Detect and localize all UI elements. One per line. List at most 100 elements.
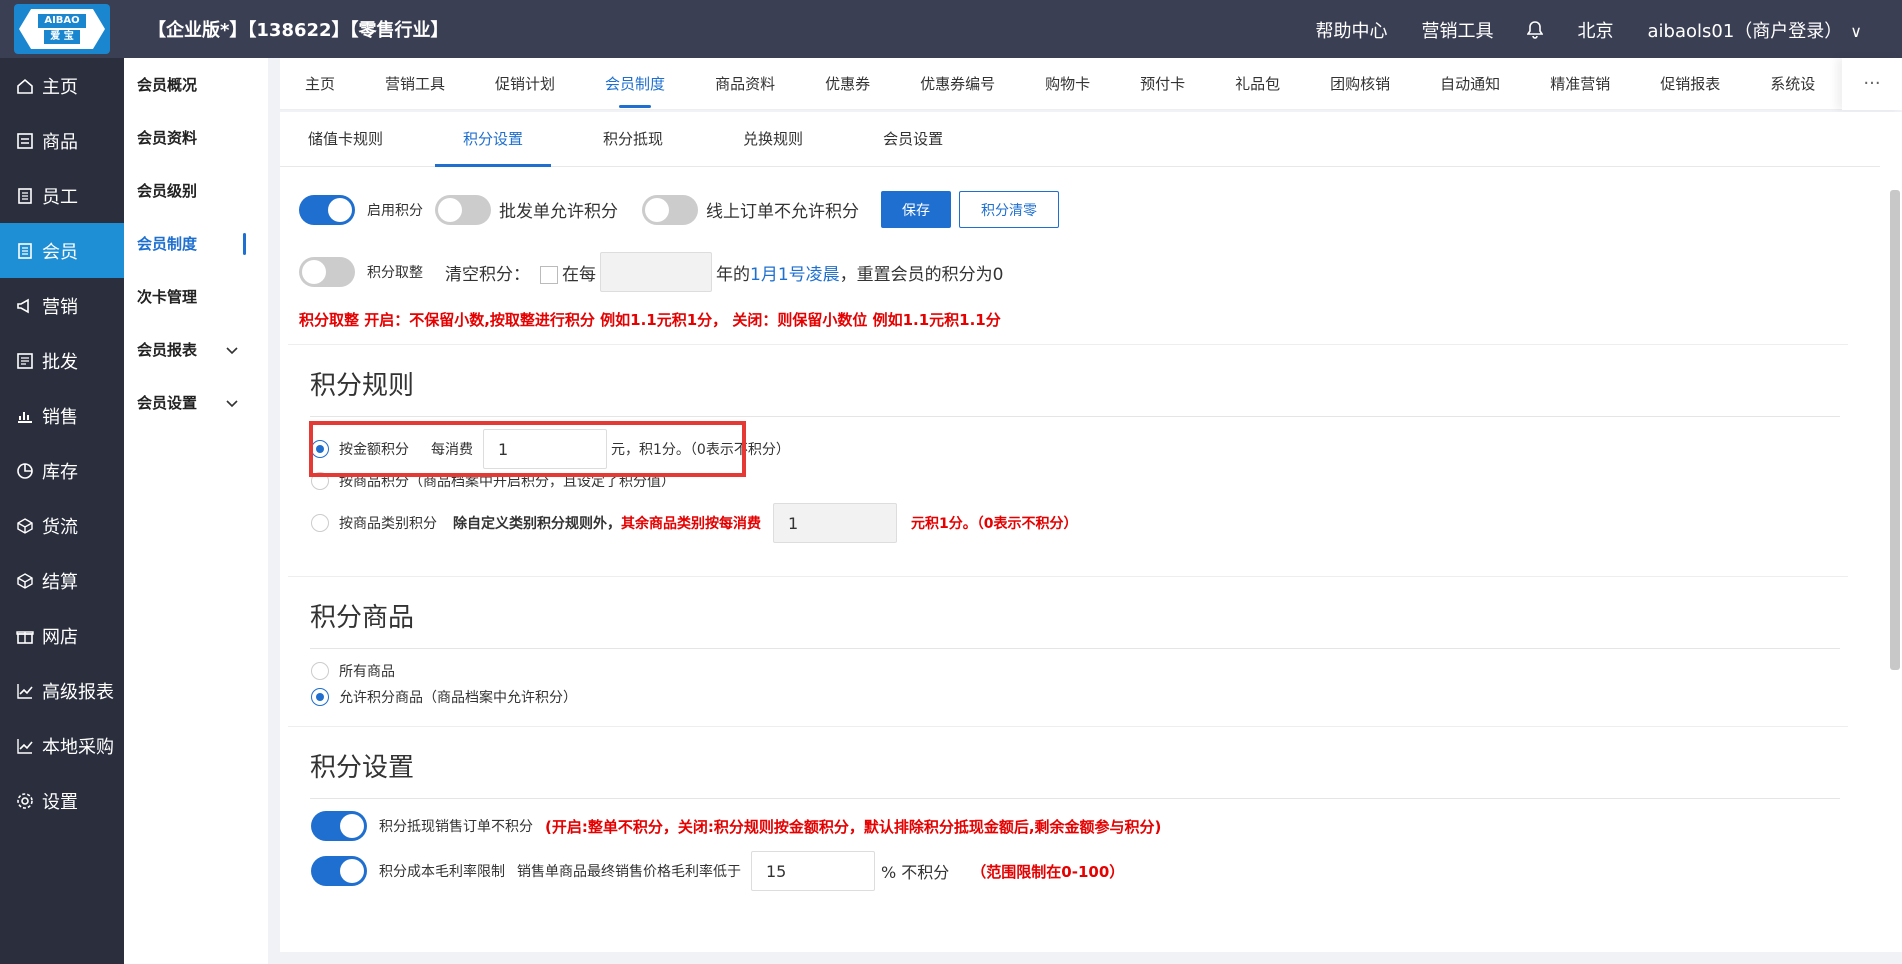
main-tab-10[interactable]: 团购核销 bbox=[1305, 58, 1415, 110]
sidebar-item-1[interactable]: 商品 bbox=[0, 113, 124, 168]
goods-allowed-row: 允许积分商品（商品档案中允许积分） bbox=[311, 687, 577, 707]
clear-points-checkbox[interactable] bbox=[540, 266, 558, 284]
sidebar-item-4[interactable]: 营销 bbox=[0, 278, 124, 333]
user-menu[interactable]: aibaols01（商户登录） ∨ bbox=[1647, 17, 1862, 43]
main-tab-13[interactable]: 促销报表 bbox=[1635, 58, 1745, 110]
margin-limit-row: 积分成本毛利率限制 销售单商品最终销售价格毛利率低于 15 % 不积分 （范围限… bbox=[311, 851, 1124, 891]
sidebar-item-label: 库存 bbox=[42, 461, 78, 483]
sidebar-item-label: 销售 bbox=[42, 406, 78, 428]
tab-points-settings[interactable]: 积分设置 bbox=[435, 112, 552, 167]
chevron-down-icon: ∨ bbox=[1850, 22, 1862, 41]
subnav-member-overview[interactable]: 会员概况 bbox=[124, 58, 268, 111]
wholesale-points-toggle[interactable] bbox=[435, 194, 491, 225]
main-tab-11[interactable]: 自动通知 bbox=[1415, 58, 1525, 110]
margin-limit-toggle[interactable] bbox=[311, 856, 367, 886]
year-of-label: 年的 bbox=[716, 264, 750, 285]
main-tab-3[interactable]: 会员制度 bbox=[580, 58, 690, 110]
clear-years-input[interactable] bbox=[600, 252, 712, 292]
sidebar-item-10[interactable]: 网店 bbox=[0, 608, 124, 663]
clear-points-button[interactable]: 积分清零 bbox=[959, 191, 1059, 228]
scrollbar-thumb[interactable] bbox=[1890, 190, 1900, 670]
margin-limit-desc: 销售单商品最终销售价格毛利率低于 bbox=[517, 864, 741, 880]
sidebar-item-6[interactable]: 销售 bbox=[0, 388, 124, 443]
goods-icon bbox=[16, 132, 34, 150]
points-goods-title: 积分商品 bbox=[310, 597, 1840, 649]
bell-icon[interactable] bbox=[1526, 21, 1544, 39]
points-settings-title: 积分设置 bbox=[310, 747, 1840, 799]
main-tab-1[interactable]: 营销工具 bbox=[360, 58, 470, 110]
gear-icon bbox=[16, 792, 34, 810]
logo-text-top: AIBAO bbox=[38, 14, 86, 28]
offset-no-points-note: (开启:整单不积分，关闭:积分规则按金额积分，默认排除积分抵现金额后,剩余金额参… bbox=[545, 817, 1162, 836]
main-tab-4[interactable]: 商品资料 bbox=[690, 58, 800, 110]
sidebar-item-8[interactable]: 货流 bbox=[0, 498, 124, 553]
sidebar-item-11[interactable]: 高级报表 bbox=[0, 663, 124, 718]
sidebar-item-13[interactable]: 设置 bbox=[0, 773, 124, 828]
highlight-box bbox=[309, 421, 746, 477]
main-tab-8[interactable]: 预付卡 bbox=[1115, 58, 1210, 110]
sidebar-item-12[interactable]: 本地采购 bbox=[0, 718, 124, 773]
sidebar-item-0[interactable]: 主页 bbox=[0, 58, 124, 113]
top-right-menu: 帮助中心 营销工具 北京 aibaols01（商户登录） ∨ bbox=[1315, 17, 1862, 43]
clear-date-link[interactable]: 1月1号凌晨 bbox=[750, 260, 840, 285]
main-tab-5[interactable]: 优惠券 bbox=[800, 58, 895, 110]
margin-limit-suffix: % 不积分 bbox=[881, 863, 950, 882]
main-tab-12[interactable]: 精准营销 bbox=[1525, 58, 1635, 110]
sidebar-item-label: 批发 bbox=[42, 351, 78, 373]
sidebar-item-label: 营销 bbox=[42, 296, 78, 318]
sidebar-item-label: 商品 bbox=[42, 131, 78, 153]
settlement-icon bbox=[16, 572, 34, 590]
rule-by-category-label: 按商品类别积分 bbox=[339, 516, 437, 532]
main-tab-14[interactable]: 系统设 bbox=[1745, 58, 1840, 110]
sidebar-item-label: 本地采购 bbox=[42, 736, 114, 758]
aibao-logo[interactable]: AIBAO 爱 宝 bbox=[14, 4, 110, 54]
margin-limit-input[interactable]: 15 bbox=[751, 851, 875, 891]
subnav-member-levels[interactable]: 会员级别 bbox=[124, 164, 268, 217]
sidebar-item-3[interactable]: 会员 bbox=[0, 223, 124, 278]
tab-points-offset[interactable]: 积分抵现 bbox=[575, 112, 691, 166]
rule-by-category-radio[interactable] bbox=[311, 514, 329, 532]
main-tab-7[interactable]: 购物卡 bbox=[1020, 58, 1115, 110]
more-tabs-button[interactable]: ··· bbox=[1842, 58, 1902, 110]
content-scrollbar[interactable] bbox=[1890, 186, 1900, 894]
clear-points-label: 清空积分： bbox=[445, 264, 530, 285]
goods-all-label: 所有商品 bbox=[339, 664, 395, 680]
city-selector[interactable]: 北京 bbox=[1577, 17, 1613, 43]
offset-no-points-toggle[interactable] bbox=[311, 811, 367, 841]
main-tab-6[interactable]: 优惠券编号 bbox=[895, 58, 1020, 110]
points-rules-title: 积分规则 bbox=[310, 365, 1840, 417]
goods-allowed-radio[interactable] bbox=[311, 688, 329, 706]
enable-points-toggle[interactable] bbox=[299, 194, 355, 225]
sidebar-item-9[interactable]: 结算 bbox=[0, 553, 124, 608]
chevron-down-icon bbox=[226, 341, 238, 359]
round-points-toggle[interactable] bbox=[299, 257, 355, 287]
subnav-member-settings[interactable]: 会员设置 bbox=[124, 376, 268, 429]
subnav-member-system[interactable]: 会员制度 bbox=[124, 217, 268, 270]
main-tab-2[interactable]: 促销计划 bbox=[470, 58, 580, 110]
goods-all-radio[interactable] bbox=[311, 662, 329, 680]
tab-exchange-rules[interactable]: 兑换规则 bbox=[715, 112, 831, 166]
main-tab-0[interactable]: 主页 bbox=[280, 58, 360, 110]
sidebar-item-7[interactable]: 库存 bbox=[0, 443, 124, 498]
each-label: 在每 bbox=[562, 264, 596, 285]
tab-member-settings[interactable]: 会员设置 bbox=[855, 112, 971, 166]
category-note-bold: 除自定义类别积分规则外， bbox=[453, 516, 621, 532]
round-points-note: 积分取整 开启：不保留小数,按取整进行积分 例如1.1元积1分， 关闭：则保留小… bbox=[299, 311, 1001, 329]
subnav-punch-card[interactable]: 次卡管理 bbox=[124, 270, 268, 323]
subnav-member-reports[interactable]: 会员报表 bbox=[124, 323, 268, 376]
wholesale-points-label: 批发单允许积分 bbox=[499, 202, 618, 222]
tab-stored-card-rules[interactable]: 储值卡规则 bbox=[280, 112, 411, 166]
marketing-tools-link[interactable]: 营销工具 bbox=[1421, 17, 1493, 43]
margin-limit-label: 积分成本毛利率限制 bbox=[379, 864, 505, 880]
gift-icon bbox=[16, 627, 34, 645]
sidebar-item-5[interactable]: 批发 bbox=[0, 333, 124, 388]
offset-no-points-label: 积分抵现销售订单不积分 bbox=[379, 819, 533, 835]
category-amount-input[interactable]: 1 bbox=[773, 503, 897, 543]
main-tab-9[interactable]: 礼品包 bbox=[1210, 58, 1305, 110]
help-center-link[interactable]: 帮助中心 bbox=[1315, 17, 1387, 43]
online-order-points-toggle[interactable] bbox=[642, 194, 698, 225]
sidebar-item-label: 会员 bbox=[42, 241, 78, 263]
sidebar-item-2[interactable]: 员工 bbox=[0, 168, 124, 223]
save-button[interactable]: 保存 bbox=[881, 191, 951, 228]
subnav-member-profiles[interactable]: 会员资料 bbox=[124, 111, 268, 164]
